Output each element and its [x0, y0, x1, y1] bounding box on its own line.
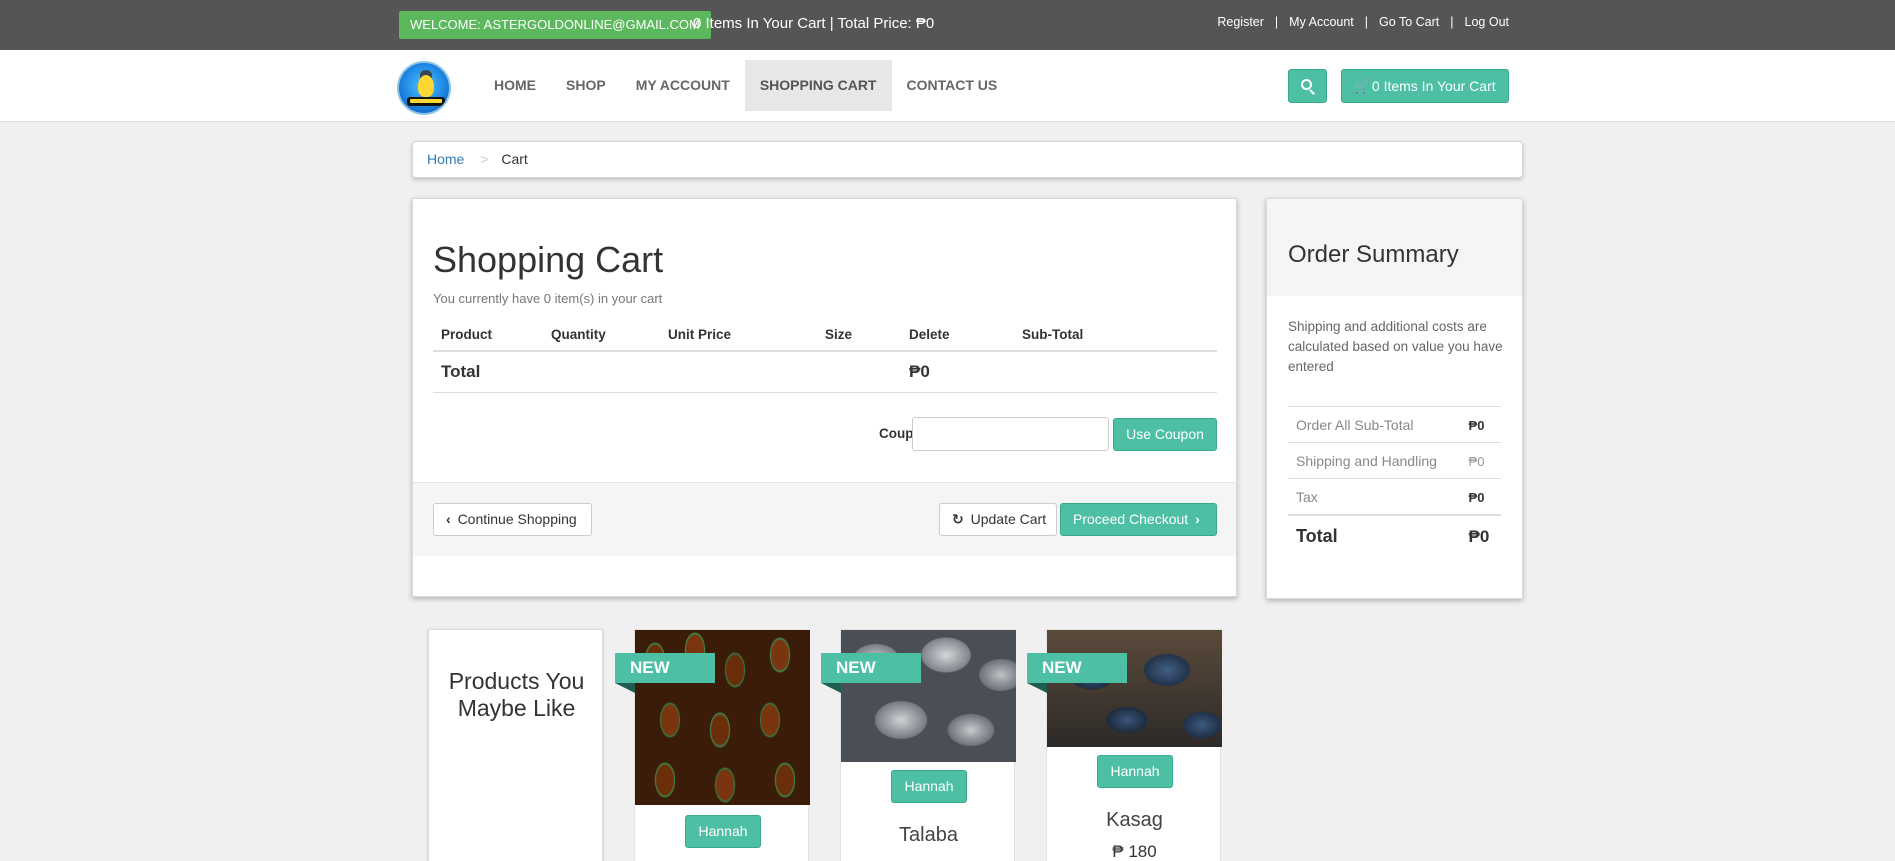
- new-badge: NEW: [615, 653, 715, 693]
- summary-label: Order All Sub-Total: [1288, 406, 1461, 443]
- cart-table-header: Product Quantity Unit Price Size Delete …: [433, 315, 1217, 352]
- summary-total-value: ₱0: [1460, 514, 1501, 557]
- summary-value: ₱0: [1460, 442, 1501, 479]
- proceed-checkout-button[interactable]: Proceed Checkout ›: [1060, 503, 1217, 536]
- link-separator: |: [1274, 15, 1279, 29]
- order-summary-header: Order Summary: [1267, 199, 1522, 296]
- summary-total-label: Total: [1288, 514, 1461, 557]
- my-account-link[interactable]: My Account: [1289, 15, 1354, 29]
- go-to-cart-link[interactable]: Go To Cart: [1379, 15, 1439, 29]
- cart-table: Product Quantity Unit Price Size Delete …: [433, 315, 1217, 393]
- product-name[interactable]: Talaba: [841, 824, 1016, 847]
- recommended-heading: Products You Maybe Like: [448, 668, 585, 721]
- update-cart-button[interactable]: ↻ Update Cart: [939, 503, 1057, 536]
- continue-shopping-button[interactable]: ‹ Continue Shopping: [433, 503, 592, 536]
- seller-button[interactable]: Hannah: [685, 815, 761, 848]
- order-summary-note: Shipping and additional costs are calcul…: [1288, 319, 1503, 374]
- breadcrumb-home[interactable]: Home: [427, 151, 464, 167]
- summary-label: Shipping and Handling: [1288, 442, 1461, 479]
- update-cart-label: Update Cart: [970, 511, 1047, 527]
- link-separator: |: [1450, 15, 1454, 29]
- total-label: Total: [433, 351, 543, 393]
- summary-row: Order All Sub-Total ₱0: [1288, 406, 1501, 443]
- nav-cart-button[interactable]: 🛒 0 Items In Your Cart: [1341, 69, 1509, 103]
- col-product: Product: [433, 315, 543, 352]
- product-name[interactable]: Kasag: [1047, 809, 1222, 832]
- log-out-link[interactable]: Log Out: [1465, 15, 1509, 29]
- product-card[interactable]: NEW Hannah Talaba: [821, 629, 1016, 861]
- order-summary-title: Order Summary: [1288, 241, 1459, 268]
- logo-bird-body: [418, 75, 434, 97]
- nav-cart-label: 0 Items In Your Cart: [1371, 78, 1496, 94]
- order-summary-table: Order All Sub-Total ₱0 Shipping and Hand…: [1288, 406, 1501, 557]
- site-logo[interactable]: [397, 61, 451, 115]
- summary-label: Tax: [1288, 478, 1461, 515]
- top-bar: WELCOME: ASTERGOLDONLINE@GMAIL.COM 0 Ite…: [0, 0, 1895, 50]
- product-image[interactable]: [1047, 630, 1222, 747]
- refresh-icon: ↻: [952, 511, 964, 527]
- summary-value: ₱0: [1460, 478, 1501, 515]
- col-quantity: Quantity: [543, 315, 660, 352]
- link-separator: |: [1364, 15, 1369, 29]
- summary-total-row: Total ₱0: [1288, 514, 1501, 557]
- logo-base-stripe: [410, 99, 442, 103]
- proceed-checkout-label: Proceed Checkout: [1073, 511, 1189, 527]
- use-coupon-button[interactable]: Use Coupon: [1113, 418, 1217, 451]
- breadcrumb: Home > Cart: [412, 141, 1523, 178]
- top-cart-summary: 0 Items In Your Cart | Total Price: ₱0: [693, 15, 935, 32]
- new-badge: NEW: [821, 653, 921, 693]
- product-price: ₱ 180: [1112, 842, 1157, 861]
- cart-actions: ‹ Continue Shopping ↻ Update Cart Procee…: [413, 482, 1236, 556]
- product-card[interactable]: NEW Hannah: [615, 629, 810, 861]
- continue-shopping-label: Continue Shopping: [457, 511, 577, 527]
- cart-item-count: You currently have 0 item(s) in your car…: [433, 291, 663, 306]
- col-size: Size: [817, 315, 901, 352]
- product-image[interactable]: [841, 630, 1016, 762]
- nav-home[interactable]: HOME: [479, 60, 551, 111]
- summary-row: Tax ₱0: [1288, 478, 1501, 515]
- chevron-right-icon: ›: [1195, 511, 1200, 527]
- search-button[interactable]: [1288, 69, 1327, 103]
- recommended-heading-box: Products You Maybe Like: [428, 629, 603, 861]
- shopping-cart-panel: Shopping Cart You currently have 0 item(…: [412, 198, 1237, 597]
- summary-row: Shipping and Handling ₱0: [1288, 442, 1501, 479]
- breadcrumb-separator: >: [480, 151, 489, 167]
- breadcrumb-current: Cart: [501, 151, 528, 167]
- main-navbar: HOME SHOP MY ACCOUNT SHOPPING CART CONTA…: [0, 50, 1895, 122]
- chevron-left-icon: ‹: [446, 511, 451, 527]
- col-sub-total: Sub-Total: [1014, 315, 1217, 352]
- product-card[interactable]: NEW Hannah Kasag ₱ 180: [1027, 629, 1222, 861]
- summary-value: ₱0: [1460, 406, 1501, 443]
- welcome-badge: WELCOME: ASTERGOLDONLINE@GMAIL.COM: [399, 11, 711, 39]
- seller-button[interactable]: Hannah: [1097, 755, 1173, 788]
- nav-shop[interactable]: SHOP: [551, 60, 621, 111]
- coupon-input[interactable]: [912, 417, 1109, 451]
- cart-total-row: Total ₱0: [433, 351, 1217, 393]
- total-value: ₱0: [901, 351, 1014, 393]
- shopping-cart-icon: 🛒: [1354, 79, 1371, 94]
- nav-my-account[interactable]: MY ACCOUNT: [621, 60, 745, 111]
- new-badge: NEW: [1027, 653, 1127, 693]
- nav-contact-us[interactable]: CONTACT US: [892, 60, 1013, 111]
- col-delete: Delete: [901, 315, 1014, 352]
- nav-menu: HOME SHOP MY ACCOUNT SHOPPING CART CONTA…: [479, 60, 1012, 111]
- top-links: Register | My Account | Go To Cart | Log…: [1217, 15, 1509, 29]
- order-summary-panel: Order Summary Shipping and additional co…: [1266, 198, 1523, 599]
- col-unit-price: Unit Price: [660, 315, 817, 352]
- nav-shopping-cart[interactable]: SHOPPING CART: [744, 60, 892, 111]
- page-title: Shopping Cart: [433, 239, 664, 280]
- seller-button[interactable]: Hannah: [891, 770, 967, 803]
- register-link[interactable]: Register: [1217, 15, 1264, 29]
